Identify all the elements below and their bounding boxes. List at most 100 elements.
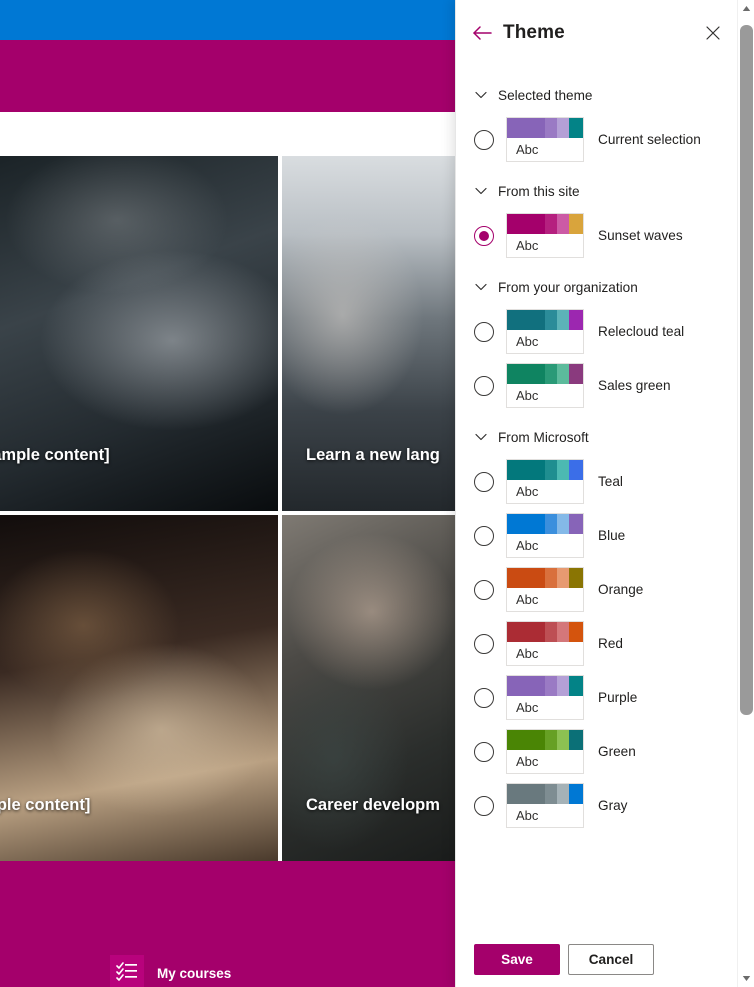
swatch-color-3 (569, 364, 583, 384)
swatch-sample-text: Abc (516, 538, 539, 553)
section-header-from-your-organization[interactable]: From your organization (456, 274, 737, 300)
theme-option-label: Orange (598, 582, 644, 597)
chevron-down-icon (474, 430, 488, 444)
swatch-color-0 (507, 784, 545, 804)
theme-option-row[interactable]: Abc Relecloud teal (456, 309, 737, 354)
swatch-colors (507, 364, 583, 384)
theme-radio[interactable] (474, 321, 494, 342)
theme-option-row[interactable]: Abc Red (456, 621, 737, 666)
section-header-from-this-site[interactable]: From this site (456, 178, 737, 204)
theme-option-label: Sales green (598, 378, 671, 393)
swatch-color-3 (569, 568, 583, 588)
content-card[interactable]: Learn a new lang (282, 156, 455, 511)
content-card-grid: s [Sample content] Learn a new lang Samp… (0, 156, 455, 861)
theme-radio[interactable] (474, 225, 494, 246)
theme-swatch[interactable]: Abc (506, 783, 584, 828)
cancel-button[interactable]: Cancel (568, 944, 654, 975)
swatch-sample-text: Abc (516, 700, 539, 715)
theme-radio[interactable] (474, 741, 494, 762)
card-title: Sample content] (0, 796, 91, 814)
theme-swatch[interactable]: Abc (506, 621, 584, 666)
theme-radio[interactable] (474, 525, 494, 546)
suite-nav-bar (0, 0, 455, 40)
swatch-color-2 (557, 364, 569, 384)
content-card[interactable]: Career developm (282, 515, 455, 861)
theme-radio[interactable] (474, 795, 494, 816)
theme-radio[interactable] (474, 687, 494, 708)
swatch-sample-text: Abc (516, 388, 539, 403)
theme-option-row[interactable]: Abc Gray (456, 783, 737, 828)
theme-radio[interactable] (474, 471, 494, 492)
swatch-sample-text: Abc (516, 754, 539, 769)
theme-radio[interactable] (474, 129, 494, 150)
theme-option-row[interactable]: Abc Purple (456, 675, 737, 720)
theme-swatch[interactable]: Abc (506, 117, 584, 162)
theme-option-label: Sunset waves (598, 228, 683, 243)
content-card[interactable]: Sample content] (0, 515, 278, 861)
page-white-strip (0, 112, 455, 156)
theme-swatch[interactable]: Abc (506, 459, 584, 504)
theme-option-label: Current selection (598, 132, 701, 147)
swatch-color-3 (569, 214, 583, 234)
theme-radio[interactable] (474, 375, 494, 396)
swatch-sample-text: Abc (516, 238, 539, 253)
content-card[interactable]: s [Sample content] (0, 156, 278, 511)
swatch-colors (507, 310, 583, 330)
section-header-from-microsoft[interactable]: From Microsoft (456, 424, 737, 450)
section-label: From your organization (498, 279, 638, 295)
theme-swatch[interactable]: Abc (506, 513, 584, 558)
theme-swatch[interactable]: Abc (506, 309, 584, 354)
swatch-colors (507, 460, 583, 480)
swatch-color-0 (507, 460, 545, 480)
swatch-color-3 (569, 310, 583, 330)
theme-option-row[interactable]: Abc Current selection (456, 117, 737, 162)
swatch-color-2 (557, 568, 569, 588)
swatch-color-2 (557, 514, 569, 534)
theme-option-row[interactable]: Abc Sunset waves (456, 213, 737, 258)
theme-swatch[interactable]: Abc (506, 729, 584, 774)
swatch-color-1 (545, 214, 557, 234)
swatch-sample-text: Abc (516, 334, 539, 349)
swatch-color-3 (569, 118, 583, 138)
swatch-color-0 (507, 310, 545, 330)
swatch-color-3 (569, 622, 583, 642)
theme-swatch[interactable]: Abc (506, 213, 584, 258)
theme-swatch[interactable]: Abc (506, 675, 584, 720)
card-title: s [Sample content] (0, 446, 110, 464)
theme-option-label: Red (598, 636, 623, 651)
swatch-colors (507, 514, 583, 534)
chevron-down-icon (474, 184, 488, 198)
swatch-color-0 (507, 214, 545, 234)
footer-link-label[interactable]: My courses (157, 966, 231, 981)
swatch-color-0 (507, 118, 545, 138)
theme-radio[interactable] (474, 579, 494, 600)
theme-list[interactable]: Selected theme Abc Current selection From t… (456, 66, 737, 932)
section-header-selected-theme[interactable]: Selected theme (456, 82, 737, 108)
theme-option-row[interactable]: Abc Sales green (456, 363, 737, 408)
theme-option-row[interactable]: Abc Green (456, 729, 737, 774)
swatch-color-2 (557, 460, 569, 480)
panel-scrollbar[interactable] (737, 0, 754, 987)
theme-swatch[interactable]: Abc (506, 363, 584, 408)
swatch-color-1 (545, 622, 557, 642)
theme-radio[interactable] (474, 633, 494, 654)
theme-swatch[interactable]: Abc (506, 567, 584, 612)
panel-footer: Save Cancel (456, 932, 737, 987)
close-icon[interactable] (702, 22, 724, 44)
swatch-color-1 (545, 460, 557, 480)
theme-option-row[interactable]: Abc Orange (456, 567, 737, 612)
theme-option-row[interactable]: Abc Blue (456, 513, 737, 558)
theme-option-row[interactable]: Abc Teal (456, 459, 737, 504)
swatch-color-3 (569, 460, 583, 480)
swatch-sample-text: Abc (516, 484, 539, 499)
swatch-sample-text: Abc (516, 808, 539, 823)
save-button[interactable]: Save (474, 944, 560, 975)
scroll-up-arrow-icon[interactable] (738, 0, 754, 17)
scroll-thumb[interactable] (740, 25, 753, 715)
swatch-color-0 (507, 622, 545, 642)
swatch-colors (507, 784, 583, 804)
checklist-icon[interactable] (110, 955, 144, 987)
scroll-down-arrow-icon[interactable] (738, 970, 754, 987)
site-header-band (0, 40, 455, 112)
back-arrow-icon[interactable] (470, 21, 494, 45)
